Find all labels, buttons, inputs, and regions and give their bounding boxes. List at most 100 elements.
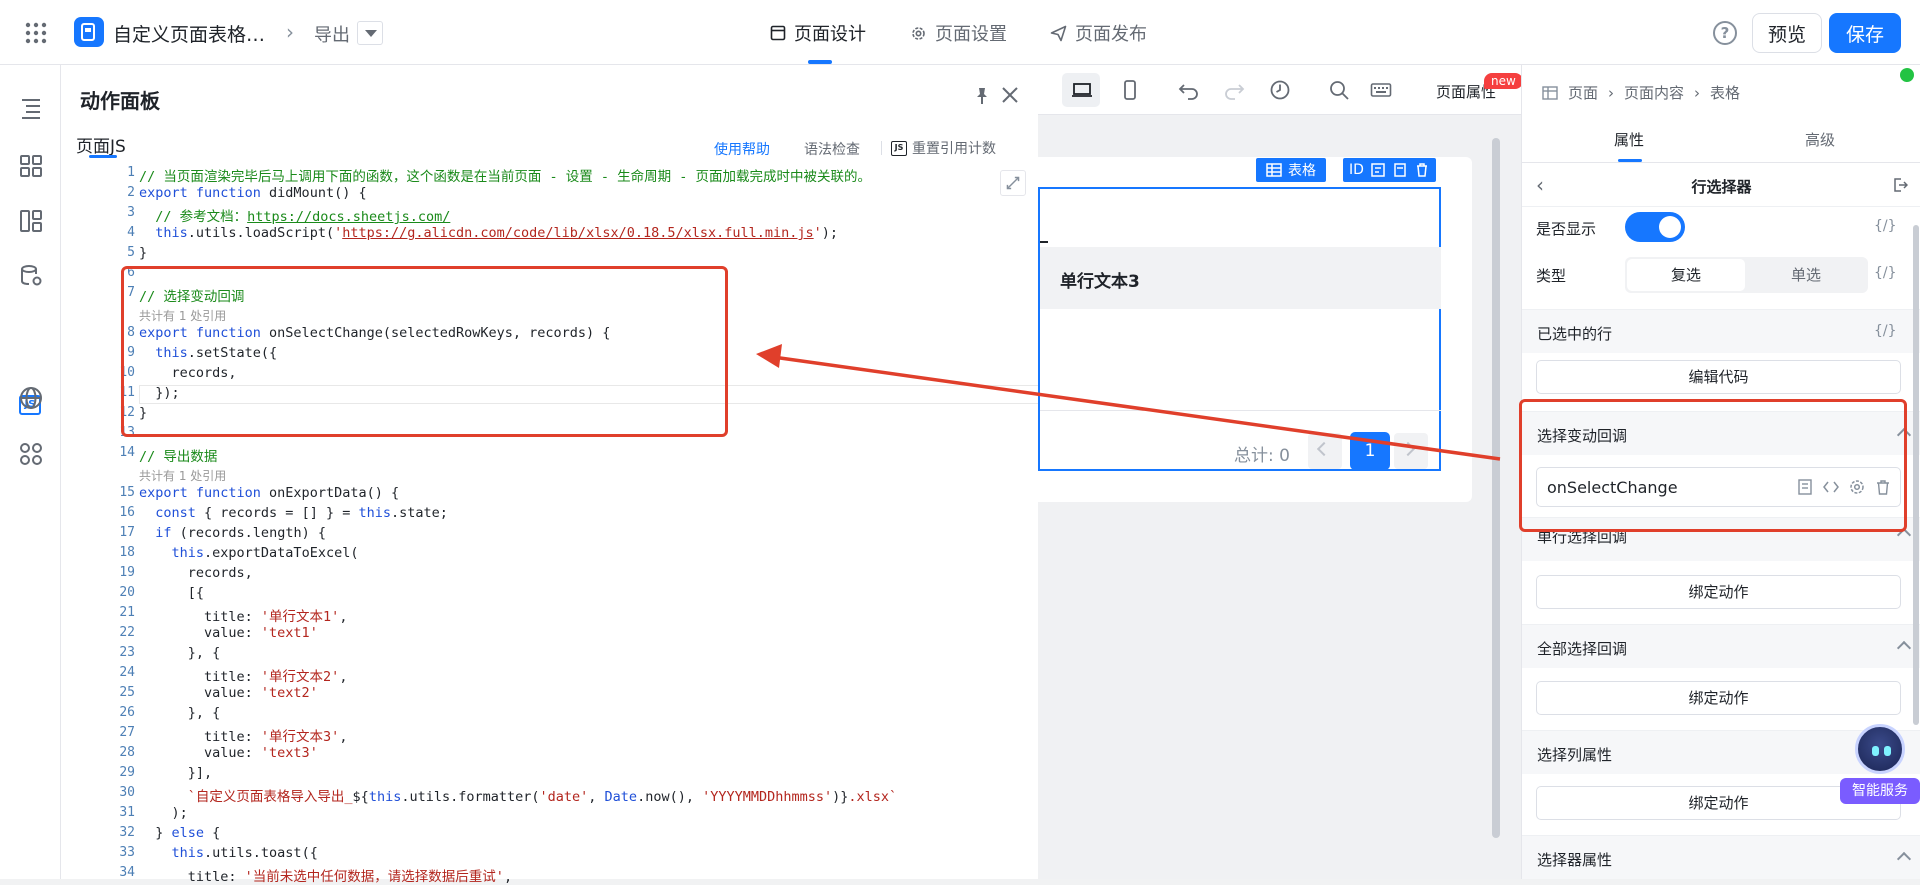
plugins-icon[interactable] — [18, 441, 44, 467]
outline-tree-icon[interactable] — [18, 95, 44, 121]
code-line: }, { — [139, 705, 221, 721]
assistant-service-label[interactable]: 智能服务 — [1840, 778, 1920, 804]
selected-component-label: 表格 — [1288, 163, 1316, 179]
breadcrumb-table[interactable]: 表格 — [1710, 82, 1740, 103]
reference-count-hint[interactable]: 共计有 1 处引用 — [139, 307, 226, 324]
code-line: records, — [139, 365, 237, 381]
canvas-scrollbar[interactable] — [1492, 138, 1500, 838]
reference-count-hint[interactable]: 共计有 1 处引用 — [139, 467, 226, 484]
copy-component-icon[interactable] — [1392, 162, 1408, 178]
tab-page-design[interactable]: 页面设计 — [770, 20, 866, 46]
table-icon — [1542, 85, 1558, 100]
undo-icon[interactable] — [1178, 79, 1200, 101]
desktop-view-icon[interactable] — [1071, 79, 1093, 101]
table-column-header[interactable]: 单行文本3 — [1060, 267, 1140, 292]
code-line: ); — [139, 805, 188, 821]
keyboard-icon[interactable] — [1370, 79, 1392, 101]
bound-action-field[interactable]: onSelectChange — [1536, 467, 1901, 507]
preview-button[interactable]: 预览 — [1752, 13, 1822, 53]
app-title[interactable]: 自定义页面表格导入导出 — [113, 20, 273, 47]
line-number: 1 — [127, 165, 135, 180]
pin-icon[interactable] — [971, 85, 993, 107]
tab-properties[interactable]: 属性 — [1614, 129, 1644, 150]
line-number: 33 — [119, 845, 135, 860]
expression-toggle-icon[interactable]: {/} — [1874, 218, 1897, 234]
expression-toggle-icon[interactable]: {/} — [1874, 323, 1897, 339]
show-toggle[interactable] — [1625, 212, 1685, 242]
code-line: this.utils.toast({ — [171, 845, 318, 861]
edit-component-icon[interactable] — [1370, 162, 1386, 178]
assistant-robot-icon[interactable] — [1855, 724, 1905, 774]
usage-help-link[interactable]: 使用帮助 — [714, 139, 770, 159]
code-editor[interactable]: 1 // 当页面渲染完毕后马上调用下面的函数，这个函数是在当前页面 - 设置 -… — [61, 159, 1098, 885]
globe-icon[interactable] — [18, 385, 44, 411]
line-number: 24 — [119, 665, 135, 680]
layout-icon[interactable] — [18, 208, 44, 234]
mobile-view-icon[interactable] — [1119, 79, 1141, 101]
code-line: }], — [139, 765, 213, 781]
section-select-change-callback[interactable]: 选择变动回调 — [1522, 411, 1920, 455]
chevron-up-icon[interactable] — [1896, 851, 1912, 867]
components-icon[interactable] — [18, 153, 44, 179]
app-grid-icon[interactable] — [24, 21, 48, 45]
code-line: // 导出数据 — [139, 449, 218, 465]
bind-action-button[interactable]: 绑定动作 — [1536, 681, 1901, 715]
chevron-left-icon — [1316, 441, 1332, 457]
edit-code-button[interactable]: 编辑代码 — [1536, 360, 1901, 394]
section-single-select-callback[interactable]: 单行选择回调 — [1522, 517, 1920, 561]
type-option-single[interactable]: 单选 — [1747, 259, 1865, 291]
close-icon[interactable] — [998, 83, 1022, 107]
pagination-current-page[interactable]: 1 — [1350, 432, 1390, 470]
left-tool-rail: JS — [0, 65, 61, 879]
data-source-icon[interactable] — [18, 263, 44, 289]
component-id-button[interactable]: ID — [1349, 162, 1364, 178]
line-number: 31 — [119, 805, 135, 820]
search-icon[interactable] — [1328, 79, 1350, 101]
breadcrumb-page[interactable]: 页面 — [1568, 82, 1598, 103]
bind-action-button[interactable]: 绑定动作 — [1536, 575, 1901, 609]
code-line: export function didMount() { — [139, 185, 367, 201]
save-button[interactable]: 保存 — [1829, 13, 1901, 53]
code-line: } else { — [139, 825, 221, 841]
table-icon — [1266, 163, 1282, 177]
expression-toggle-icon[interactable]: {/} — [1874, 265, 1897, 281]
gear-icon[interactable] — [1848, 478, 1866, 496]
line-number: 19 — [119, 565, 135, 580]
redo-icon[interactable] — [1223, 79, 1245, 101]
chevron-up-icon[interactable] — [1896, 640, 1912, 656]
chevron-up-icon[interactable] — [1896, 427, 1912, 443]
chevron-up-icon[interactable] — [1896, 527, 1912, 543]
selected-component-tag[interactable]: 表格 — [1256, 158, 1326, 182]
tab-advanced[interactable]: 高级 — [1805, 129, 1835, 150]
code-line: } — [139, 245, 148, 261]
delete-component-icon[interactable] — [1414, 162, 1430, 178]
pagination-prev-button[interactable] — [1308, 433, 1342, 469]
type-option-multiple[interactable]: 复选 — [1627, 259, 1745, 291]
breadcrumb-current-page[interactable]: 导出 — [314, 21, 350, 47]
breadcrumb-page-content[interactable]: 页面内容 — [1624, 82, 1684, 103]
tab-page-publish[interactable]: 页面发布 — [1050, 20, 1147, 46]
line-number: 29 — [119, 765, 135, 780]
property-panel-scrollbar[interactable] — [1913, 225, 1919, 725]
section-selector-props[interactable]: 选择器属性 — [1522, 835, 1920, 879]
reset-reference-count-button[interactable]: JS 重置引用计数 — [891, 138, 996, 158]
line-number: 2 — [127, 185, 135, 200]
action-panel-title: 动作面板 — [80, 89, 160, 113]
exit-icon[interactable] — [1892, 177, 1908, 193]
tab-page-js[interactable]: 页面JS — [76, 132, 126, 157]
pagination-next-button[interactable] — [1394, 433, 1428, 469]
help-icon[interactable]: ? — [1713, 21, 1737, 45]
robot-eye — [1872, 746, 1879, 756]
document-icon[interactable] — [1796, 478, 1814, 496]
section-select-all-callback[interactable]: 全部选择回调 — [1522, 624, 1920, 668]
history-clock-icon[interactable] — [1269, 79, 1291, 101]
code-icon[interactable] — [1822, 478, 1840, 496]
trash-icon[interactable] — [1874, 478, 1892, 496]
syntax-check-button[interactable]: 语法检查 — [804, 139, 860, 159]
selected-rows-label: 已选中的行 — [1537, 325, 1613, 343]
tab-page-settings[interactable]: 页面设置 — [910, 20, 1007, 46]
page-dropdown-button[interactable] — [357, 21, 383, 45]
table-component[interactable]: 单行文本3 总计: 0 1 — [1038, 187, 1441, 471]
line-number: 26 — [119, 705, 135, 720]
line-number: 32 — [119, 825, 135, 840]
